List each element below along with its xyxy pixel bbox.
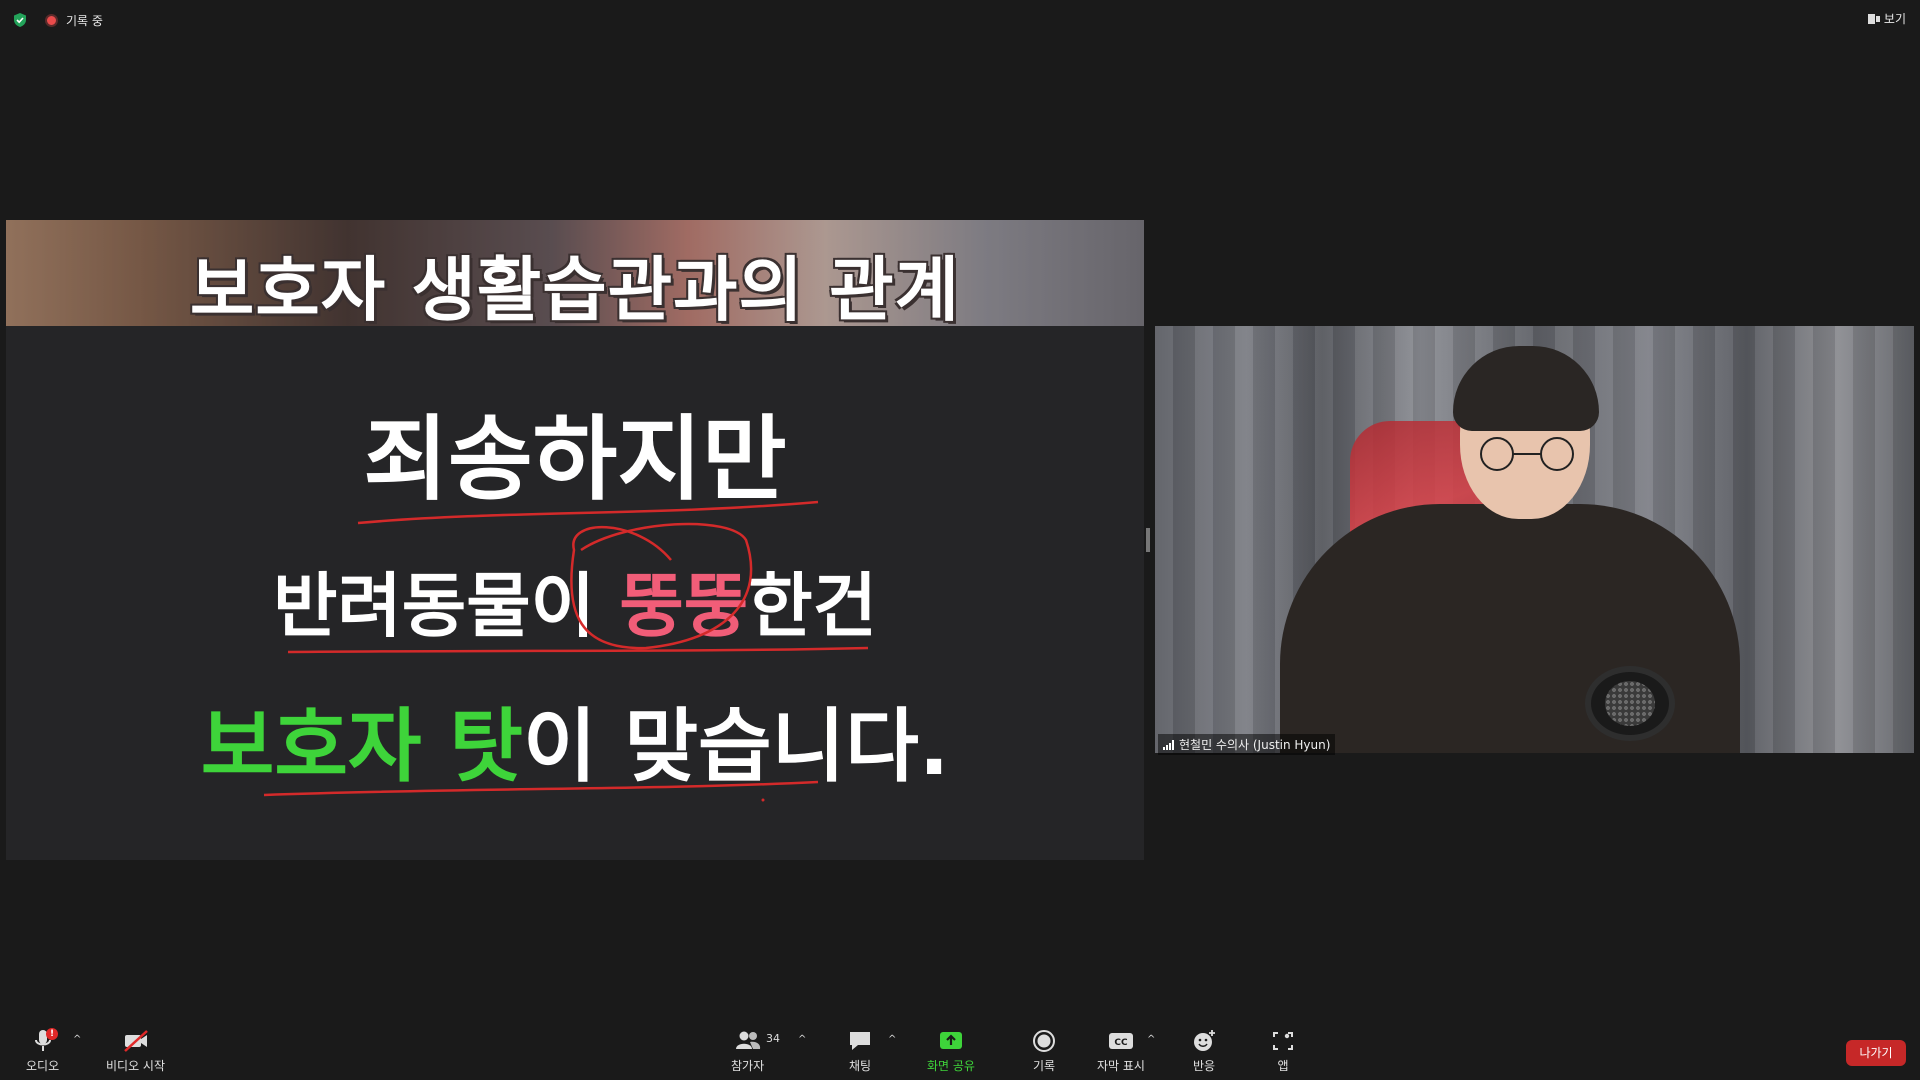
slide-line-1: 죄송하지만 (363, 406, 787, 513)
slide-line-3: 보호자 탓이 맞습니다. (6, 682, 1144, 798)
participant-name: 현철민 수의사 (Justin Hyun) (1179, 738, 1331, 752)
participants-button[interactable]: 참가자 (731, 1028, 764, 1074)
chat-options-caret[interactable]: ^ (888, 1034, 896, 1045)
slide-line-2-highlight: 뚱뚱 (619, 565, 749, 647)
view-button[interactable]: 보기 (1867, 10, 1906, 27)
recording-indicator-icon (45, 14, 58, 27)
video-person-glasses (1480, 437, 1574, 471)
view-layout-icon (1867, 13, 1880, 24)
record-button[interactable]: 기록 (1030, 1028, 1058, 1074)
annotation-dot (761, 798, 765, 802)
chat-label: 채팅 (848, 1059, 872, 1073)
participants-count: 34 (766, 1032, 780, 1045)
video-off-icon (123, 1030, 148, 1052)
audio-label: 오디오 (26, 1059, 60, 1073)
leave-meeting-button[interactable]: 나가기 (1846, 1040, 1906, 1066)
reactions-label: 반응 (1192, 1059, 1216, 1073)
record-icon (1033, 1030, 1055, 1052)
apps-label: 앱 (1277, 1059, 1289, 1073)
share-screen-label: 화면 공유 (927, 1059, 975, 1073)
participants-label: 참가자 (731, 1059, 765, 1073)
participants-options-caret[interactable]: ^ (798, 1034, 806, 1045)
apps-button[interactable]: 앱 (1269, 1028, 1297, 1074)
view-button-label: 보기 (1883, 12, 1906, 26)
slide-line-2-pre: 반려동물이 (273, 565, 620, 647)
captions-button[interactable]: CC 자막 표시 (1097, 1028, 1145, 1074)
connection-signal-icon (1163, 739, 1174, 750)
speaker-video-tile[interactable] (1155, 326, 1914, 753)
slide-title: 보호자 생활습관과의 관계 (189, 249, 961, 331)
slide-line-3-post: 이 맞습니다. (523, 700, 950, 793)
share-screen-icon (939, 1032, 962, 1049)
chat-button[interactable]: 채팅 (846, 1028, 874, 1074)
captions-label: 자막 표시 (1097, 1059, 1145, 1073)
audio-warning-badge: ! (46, 1028, 58, 1040)
apps-icon (1273, 1032, 1293, 1050)
captions-icon-text: CC (1114, 1038, 1128, 1048)
top-bar: 기록 중 보기 (0, 0, 1920, 40)
share-screen-button[interactable]: 화면 공유 (927, 1028, 975, 1074)
slide-line-2: 반려동물이 뚱뚱한건 (6, 550, 1144, 651)
slide-line-2-post: 한건 (748, 565, 877, 647)
participant-name-tag: 현철민 수의사 (Justin Hyun) (1158, 734, 1336, 755)
start-video-button[interactable]: 비디오 시작 (106, 1028, 165, 1074)
security-shield-icon[interactable] (12, 12, 28, 28)
start-video-label: 비디오 시작 (106, 1059, 166, 1073)
recording-status-label: 기록 중 (66, 14, 103, 28)
chat-icon (850, 1032, 870, 1050)
audio-options-caret[interactable]: ^ (73, 1034, 81, 1045)
split-view-resize-handle[interactable] (1146, 528, 1150, 552)
slide-line-3-highlight: 보호자 탓 (200, 700, 523, 793)
reactions-icon (1194, 1030, 1215, 1051)
participants-icon (735, 1031, 760, 1049)
captions-options-caret[interactable]: ^ (1147, 1034, 1155, 1045)
closed-captions-icon: CC (1108, 1033, 1133, 1049)
record-label: 기록 (1032, 1059, 1056, 1073)
shared-screen: 보호자 생활습관과의 관계 죄송하지만 반려동물이 뚱뚱한건 보호자 탓이 맞습… (6, 220, 1144, 860)
video-microphone-grill (1605, 681, 1655, 726)
meeting-toolbar: 오디오 ! ^ 비디오 시작 참가자 34 ^ 채팅 ^ 화면 공유 기록 CC… (0, 1020, 1920, 1080)
reactions-button[interactable]: 반응 (1190, 1028, 1218, 1074)
